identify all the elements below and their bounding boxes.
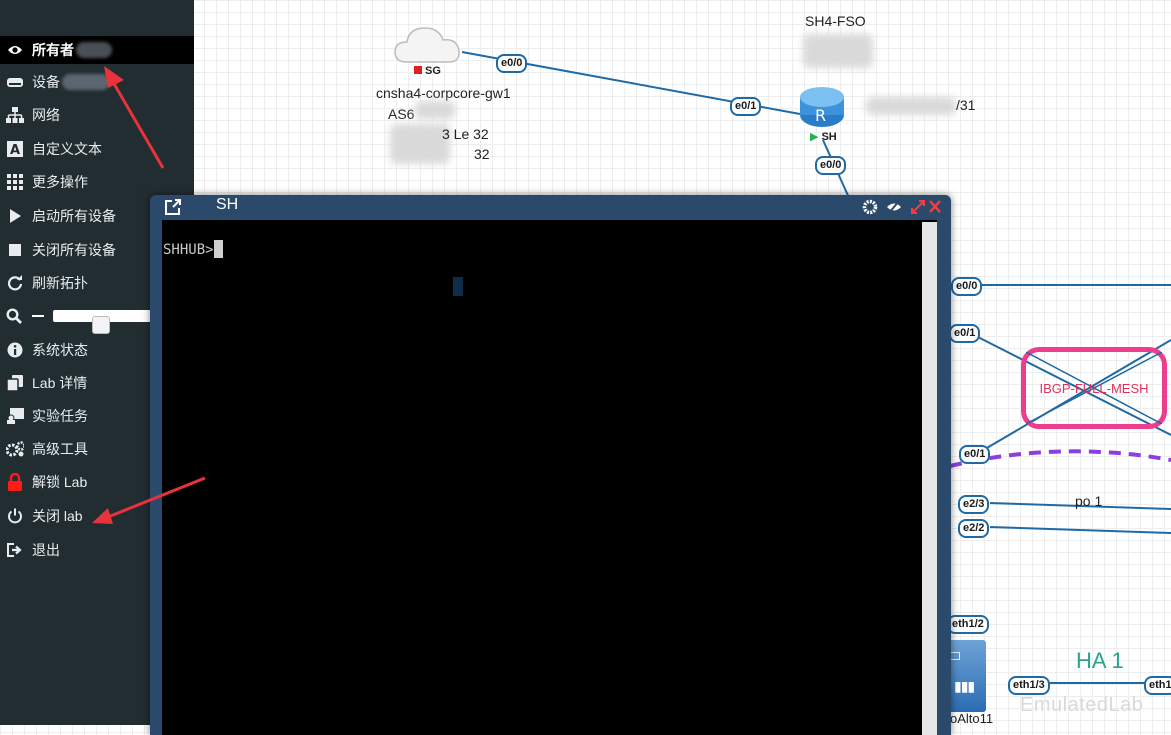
- sidebar-item-label: 更多操作: [32, 174, 88, 190]
- tasks-icon: [6, 407, 24, 425]
- router-label: SH4-FSO: [805, 13, 866, 29]
- router-status: ▶ SH: [810, 131, 837, 143]
- iface-r-e01[interactable]: e0/1: [949, 324, 981, 343]
- iface-r-e00[interactable]: e0/0: [951, 277, 983, 296]
- sidebar-item-label: 关闭 lab: [32, 508, 83, 524]
- sidebar-item-label: 高级工具: [32, 441, 88, 457]
- iface-eth12[interactable]: eth1/2: [947, 615, 989, 634]
- sidebar-item-label: 关闭所有设备: [32, 242, 116, 258]
- refresh-icon: [6, 274, 24, 292]
- sidebar-item-text[interactable]: A 自定义文本: [0, 134, 194, 164]
- lock-icon: [6, 473, 24, 491]
- maximize-icon[interactable]: [910, 199, 926, 215]
- hide-icon[interactable]: [886, 199, 902, 215]
- iface-e23[interactable]: e2/3: [958, 495, 990, 514]
- eye-icon: [6, 41, 24, 59]
- redacted-block: [390, 124, 450, 164]
- sidebar-item-label: 自定义文本: [32, 141, 102, 157]
- sidebar-item-network[interactable]: 网络: [0, 100, 194, 130]
- sidebar-item-label: 设备: [32, 74, 60, 90]
- terminal-prompt: SHHUB>: [163, 242, 214, 258]
- router-icon[interactable]: R: [798, 85, 848, 131]
- sidebar-item-label: 解锁 Lab: [32, 474, 88, 490]
- text-icon: A: [6, 140, 24, 158]
- mesh-label: IBGP-FULL-MESH: [1039, 380, 1149, 396]
- sidebar-item-devices[interactable]: 设备: [0, 67, 194, 97]
- network-icon: [6, 106, 24, 124]
- svg-text:R: R: [815, 106, 826, 125]
- grid-icon: [6, 173, 24, 191]
- terminal-output: SHHUB>: [163, 240, 223, 258]
- iface-eth1[interactable]: eth1: [1144, 676, 1171, 695]
- terminal-scrollbar[interactable]: [922, 222, 937, 735]
- sidebar-item-label: 刷新拓扑: [32, 275, 88, 291]
- ibgp-mesh-box[interactable]: IBGP-FULL-MESH: [1021, 347, 1167, 429]
- console-titlebar[interactable]: SH: [150, 195, 951, 219]
- logout-icon: [6, 541, 24, 559]
- console-terminal[interactable]: SHHUB>: [162, 220, 937, 735]
- router-ip-label: /31: [956, 97, 976, 113]
- redacted-devices: [62, 74, 110, 90]
- sidebar-item-label: 实验任务: [32, 408, 88, 424]
- zoom-minus-icon[interactable]: [32, 315, 44, 317]
- iface-eth13[interactable]: eth1/3: [1008, 676, 1050, 695]
- cloud-le2: 32: [474, 146, 490, 162]
- watermark: EmulatedLab: [1020, 694, 1144, 716]
- cloud-le1: 3 Le 32: [442, 126, 489, 142]
- iface-router-e01[interactable]: e0/1: [730, 97, 762, 116]
- cloud-status: SG: [414, 65, 441, 77]
- sidebar-owner[interactable]: 所有者: [0, 36, 194, 64]
- redacted-as: [415, 101, 455, 119]
- po-label: po 1: [1075, 493, 1103, 509]
- firewall-label: oAlto11: [950, 711, 994, 726]
- sidebar-item-label: 退出: [32, 542, 60, 558]
- zoom-slider-handle[interactable]: [92, 316, 110, 334]
- settings-icon[interactable]: [862, 199, 878, 215]
- redacted-ip: [866, 97, 956, 115]
- sidebar-item-more[interactable]: 更多操作: [0, 167, 194, 197]
- router-name: SH: [821, 131, 837, 143]
- search-icon: [6, 307, 24, 325]
- power-icon: [6, 507, 24, 525]
- cloud-icon[interactable]: [393, 22, 463, 66]
- sidebar-item-label: Lab 详情: [32, 375, 88, 391]
- cloud-badge: SG: [425, 65, 441, 77]
- cogs-icon: [6, 440, 24, 458]
- iface-cloud-e00[interactable]: e0/0: [496, 54, 528, 73]
- sidebar-owner-label: 所有者: [32, 42, 74, 58]
- info-icon: [6, 341, 24, 359]
- svg-text:A: A: [10, 143, 20, 157]
- close-icon[interactable]: [929, 199, 945, 215]
- sidebar-item-label: 启动所有设备: [32, 208, 116, 224]
- terminal-cursor: [213, 240, 223, 258]
- iface-r-e01b[interactable]: e0/1: [959, 445, 991, 464]
- iface-router-e00[interactable]: e0/0: [815, 156, 847, 175]
- cloud-as-label: AS6: [388, 106, 415, 122]
- redacted-owner: [76, 42, 112, 58]
- devices-icon: [6, 73, 24, 91]
- iface-e22[interactable]: e2/2: [958, 519, 990, 538]
- sidebar-item-label: 网络: [32, 107, 60, 123]
- redacted-router-info: [803, 34, 873, 68]
- popout-icon[interactable]: [164, 198, 182, 216]
- console-title: SH: [216, 196, 239, 213]
- zoom-slider[interactable]: [53, 310, 153, 334]
- console-window[interactable]: SH SHHUB>: [150, 195, 951, 735]
- copy-icon: [6, 374, 24, 392]
- play-icon: [6, 207, 24, 225]
- cloud-label: cnsha4-corpcore-gw1: [376, 85, 511, 101]
- ime-marker: [453, 277, 463, 296]
- ha-label: HA 1: [1076, 648, 1124, 673]
- stop-icon: [6, 241, 24, 259]
- sidebar-item-label: 系统状态: [32, 342, 88, 358]
